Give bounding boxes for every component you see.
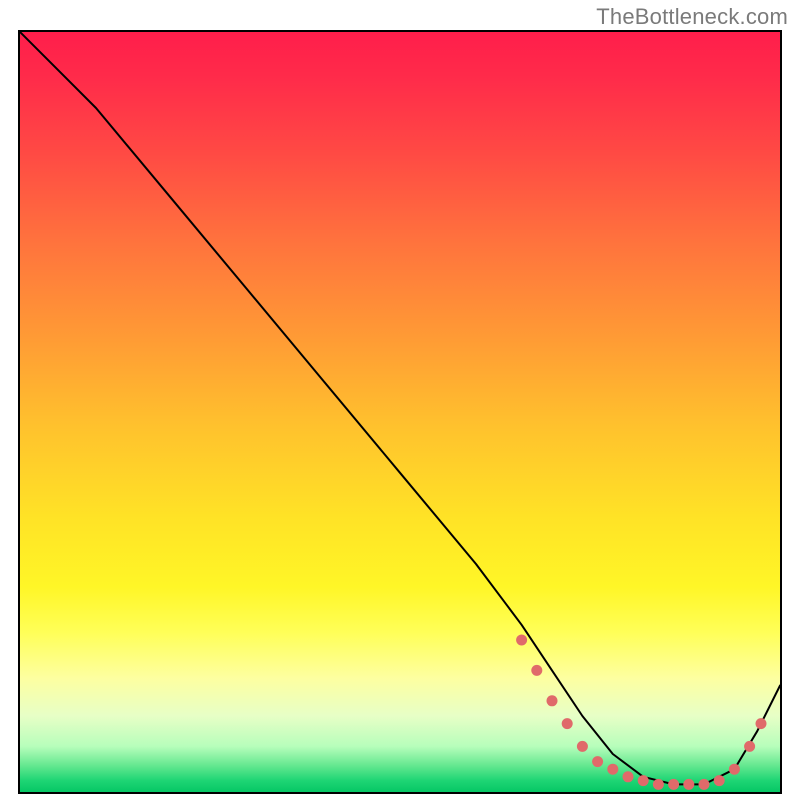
marker-dot (562, 718, 573, 729)
marker-dot (714, 775, 725, 786)
marker-dot (744, 741, 755, 752)
marker-dot (653, 779, 664, 790)
marker-dot (577, 741, 588, 752)
marker-dot (729, 764, 740, 775)
marker-dot (531, 665, 542, 676)
watermark-text: TheBottleneck.com (596, 4, 788, 30)
marker-dot (638, 775, 649, 786)
marker-dot (516, 635, 527, 646)
gradient-background (20, 32, 780, 792)
marker-dot (592, 756, 603, 767)
marker-dot (683, 779, 694, 790)
marker-dot (547, 695, 558, 706)
marker-dot (756, 718, 767, 729)
plot-area (18, 30, 782, 794)
chart-stage: TheBottleneck.com (0, 0, 800, 800)
marker-dot (623, 771, 634, 782)
chart-svg (20, 32, 780, 792)
marker-dot (668, 779, 679, 790)
marker-dot (699, 779, 710, 790)
marker-dot (607, 764, 618, 775)
